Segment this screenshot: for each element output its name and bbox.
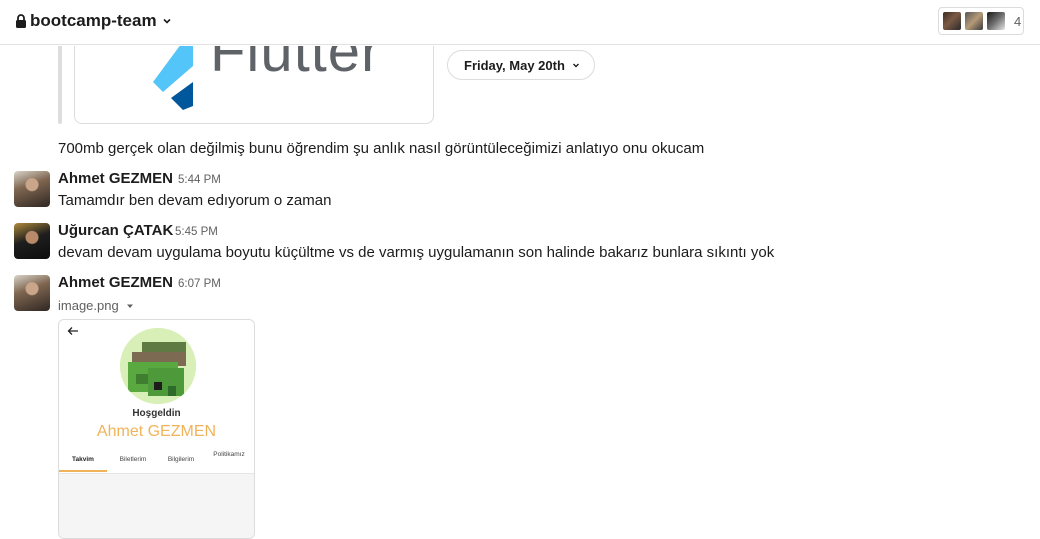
date-label: Friday, May 20th [464, 57, 565, 73]
flutter-logo-text: Flutter [210, 46, 382, 84]
preview-tab: Politikamız [213, 451, 245, 458]
members-button[interactable]: 4 [938, 7, 1024, 35]
quote-bar [58, 46, 62, 124]
file-label: image.png [58, 298, 134, 313]
preview-user-name: Ahmet GEZMEN [96, 423, 217, 440]
previous-image-attachment[interactable]: Flutter [74, 46, 434, 124]
back-arrow-icon [67, 327, 78, 335]
caret-down-icon[interactable] [126, 302, 134, 310]
message-author[interactable]: Ahmet GEZMEN [58, 274, 173, 291]
channel-name-button[interactable]: bootcamp-team [15, 11, 172, 31]
chevron-down-icon [572, 63, 579, 68]
message-text: 700mb gerçek olan değilmiş bunu öğrendim… [58, 140, 705, 157]
message-timestamp[interactable]: 5:44 PM [178, 174, 221, 186]
chevron-down-icon [163, 18, 171, 24]
profile-avatar [120, 328, 196, 404]
channel-header: bootcamp-team 4 [0, 0, 1040, 45]
member-avatar [986, 11, 1006, 31]
member-avatar [942, 11, 962, 31]
message-timestamp[interactable]: 5:45 PM [175, 226, 218, 238]
avatar[interactable] [14, 223, 50, 259]
preview-tab: Biletlerim [119, 456, 147, 463]
preview-body [59, 474, 254, 538]
preview-welcome-text: Hoşgeldin [132, 408, 181, 419]
flutter-logo-icon [153, 46, 193, 110]
date-divider-button[interactable]: Friday, May 20th [447, 50, 595, 80]
message-author[interactable]: Ahmet GEZMEN [58, 170, 173, 187]
file-name: image.png [58, 298, 119, 313]
preview-tabs: Takvim Biletlerim Bilgilerim Politikamız [59, 451, 254, 474]
message-author[interactable]: Uğurcan ÇATAK [58, 222, 173, 239]
avatar[interactable] [14, 275, 50, 311]
preview-tab: Takvim [72, 456, 94, 463]
channel-name: bootcamp-team [30, 11, 157, 30]
message-timestamp[interactable]: 6:07 PM [178, 278, 221, 290]
message-text: devam devam uygulama boyutu küçültme vs … [58, 244, 775, 261]
member-count: 4 [1014, 13, 1022, 29]
image-attachment[interactable]: Hoşgeldin Ahmet GEZMEN Takvim Biletlerim… [58, 319, 255, 539]
message-text: Tamamdır ben devam edıyorum o zaman [58, 192, 332, 209]
preview-tab: Bilgilerim [167, 456, 195, 463]
member-avatar [964, 11, 984, 31]
preview-tab-indicator [59, 470, 107, 472]
avatar[interactable] [14, 171, 50, 207]
lock-icon [16, 14, 26, 28]
